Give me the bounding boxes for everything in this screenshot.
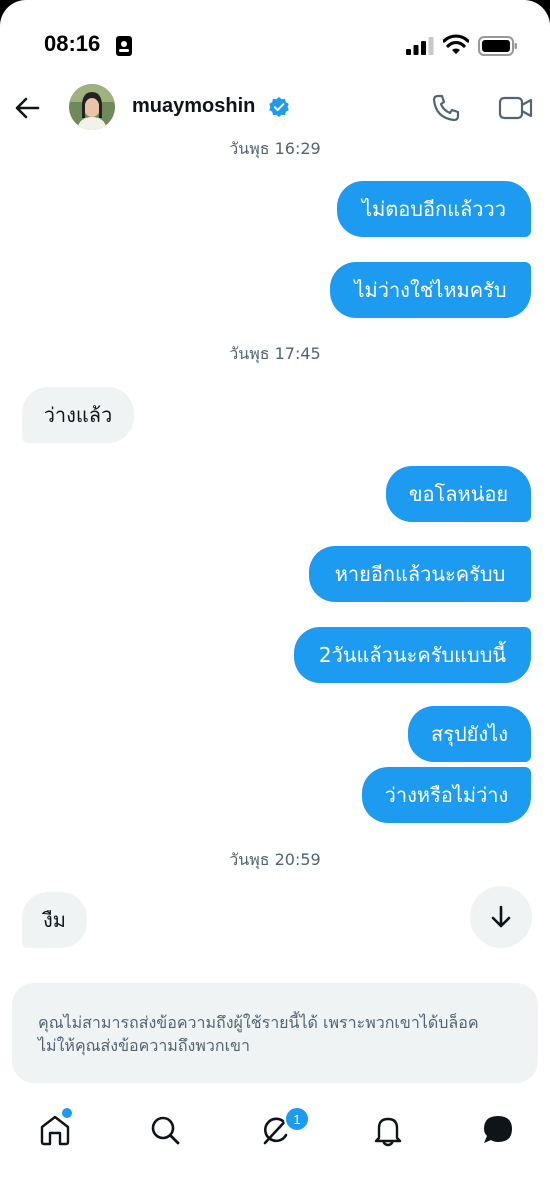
message-outgoing[interactable]: 2วันแล้วนะครับแบบนี้	[294, 627, 531, 683]
messages-icon	[484, 1116, 512, 1143]
notice-line-2: ไม่ให้คุณส่งข้อความถึงพวกเขา	[38, 1036, 250, 1055]
message-outgoing[interactable]: ขอโลหน่อย	[386, 466, 531, 522]
blocked-notice: คุณไม่สามารถส่งข้อความถึงผู้ใช้รายนี้ได้…	[12, 983, 538, 1083]
message-outgoing[interactable]: หายอีกแล้วนะครับบ	[309, 546, 531, 602]
chat-screen: 08:16 muaymoshin วันพุธ 16:29 ไม่ตอบอีกแ…	[0, 0, 550, 1200]
signal-icon	[406, 37, 434, 55]
message-outgoing[interactable]: ไม่ตอบอีกแล้ววว	[337, 181, 531, 237]
timestamp: วันพุธ 17:45	[229, 344, 321, 363]
timestamp: วันพุธ 16:29	[229, 139, 321, 158]
message-outgoing[interactable]: ว่างหรือไม่ว่าง	[362, 767, 531, 823]
nav-search[interactable]	[145, 1110, 185, 1150]
notice-line-1: คุณไม่สามารถส่งข้อความถึงผู้ใช้รายนี้ได้…	[38, 1013, 479, 1032]
search-icon	[151, 1116, 180, 1145]
wifi-icon	[443, 34, 469, 54]
message-incoming[interactable]: ว่างแล้ว	[22, 387, 134, 443]
nav-notifications[interactable]	[368, 1110, 408, 1150]
bell-icon	[374, 1117, 402, 1147]
timestamp: วันพุธ 20:59	[229, 850, 321, 869]
home-unread-dot	[60, 1106, 74, 1120]
messages-badge: 1	[284, 1106, 310, 1132]
status-time: 08:16	[44, 31, 101, 56]
phone-icon[interactable]	[430, 92, 462, 124]
avatar[interactable]	[69, 84, 115, 130]
verified-icon	[269, 97, 289, 117]
arrow-down-icon	[491, 905, 511, 928]
message-outgoing[interactable]: ไม่ว่างใช่ไหมครับ	[330, 262, 531, 318]
message-outgoing[interactable]: สรุปยังไง	[408, 706, 531, 762]
scroll-to-bottom-button[interactable]	[470, 886, 532, 948]
message-incoming[interactable]: งืม	[22, 892, 87, 948]
username[interactable]: muaymoshin	[132, 95, 255, 118]
battery-icon	[478, 36, 517, 56]
back-arrow-icon[interactable]	[12, 92, 44, 124]
status-bar: 08:16	[0, 0, 550, 90]
bottom-nav	[0, 1100, 550, 1200]
id-card-icon	[116, 36, 132, 56]
video-icon[interactable]	[498, 93, 534, 123]
nav-messages[interactable]	[478, 1110, 518, 1150]
